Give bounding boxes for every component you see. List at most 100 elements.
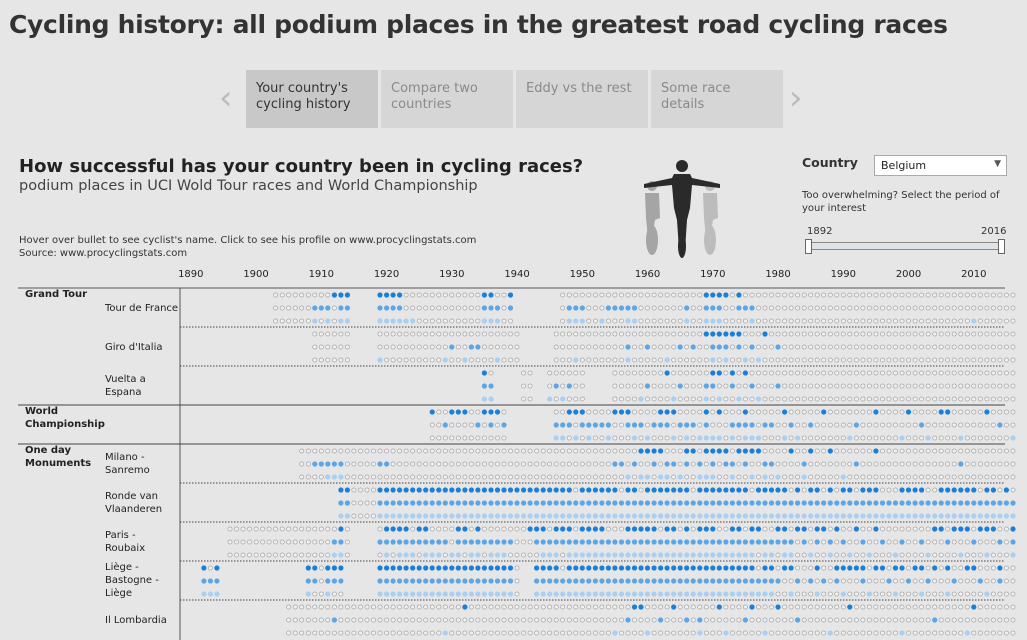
empty-dot xyxy=(690,474,696,480)
empty-dot xyxy=(645,370,650,376)
empty-dot xyxy=(566,292,572,298)
empty-dot xyxy=(840,396,846,402)
podium-dot xyxy=(984,513,990,519)
empty-dot xyxy=(481,617,487,623)
podium-dot xyxy=(566,487,572,493)
podium-dot xyxy=(788,591,794,597)
tab-race-details[interactable]: Some race details xyxy=(651,70,783,128)
empty-dot xyxy=(651,383,657,389)
empty-dot xyxy=(938,344,944,350)
race-label: Espana xyxy=(105,387,141,398)
podium-dot xyxy=(710,591,716,597)
empty-dot xyxy=(403,474,409,480)
empty-dot xyxy=(455,331,461,337)
empty-dot xyxy=(377,617,383,623)
podium-dot xyxy=(801,526,807,532)
empty-dot xyxy=(912,591,918,597)
empty-dot xyxy=(984,448,990,454)
empty-dot xyxy=(358,604,363,610)
empty-dot xyxy=(606,292,611,298)
podium-dot xyxy=(586,578,592,584)
empty-dot xyxy=(677,318,683,324)
empty-dot xyxy=(658,435,663,441)
empty-dot xyxy=(331,591,337,597)
empty-dot xyxy=(977,552,983,558)
empty-dot xyxy=(351,474,357,480)
empty-dot xyxy=(358,513,363,519)
tab-compare-countries[interactable]: Compare two countries xyxy=(381,70,513,128)
empty-dot xyxy=(814,474,820,480)
podium-dot xyxy=(892,500,899,506)
podium-dot xyxy=(553,422,559,428)
podium-dot xyxy=(429,565,435,571)
empty-dot xyxy=(899,461,905,467)
empty-dot xyxy=(286,617,292,623)
empty-dot xyxy=(860,383,866,389)
empty-dot xyxy=(501,344,507,350)
empty-dot xyxy=(991,591,996,597)
empty-dot xyxy=(743,383,748,389)
podium-dot xyxy=(325,565,331,571)
period-slider-track[interactable] xyxy=(807,242,1004,250)
podium-dot xyxy=(625,409,631,415)
empty-dot xyxy=(449,435,455,441)
podium-dot xyxy=(612,513,618,519)
empty-dot xyxy=(788,292,794,298)
empty-dot xyxy=(495,448,500,454)
empty-dot xyxy=(488,617,494,623)
empty-dot xyxy=(410,448,416,454)
race-label: Paris - xyxy=(105,530,136,541)
empty-dot xyxy=(508,448,513,454)
empty-dot xyxy=(938,396,944,402)
empty-dot xyxy=(756,617,761,623)
tab-eddy-vs-rest[interactable]: Eddy vs the rest xyxy=(516,70,648,128)
podium-dot xyxy=(964,487,970,493)
tab-your-country[interactable]: Your country's cycling history xyxy=(246,70,378,128)
podium-dot xyxy=(703,305,709,311)
podium-dot xyxy=(742,578,749,584)
empty-dot xyxy=(873,552,879,558)
podium-dot xyxy=(344,500,350,506)
empty-dot xyxy=(912,539,918,545)
empty-dot xyxy=(749,331,755,337)
period-slider-handle-end[interactable] xyxy=(998,239,1005,254)
empty-dot xyxy=(899,409,905,415)
empty-dot xyxy=(977,383,983,389)
empty-dot xyxy=(932,357,938,363)
podium-dot xyxy=(736,396,742,402)
period-slider-handle-start[interactable] xyxy=(805,239,812,254)
empty-dot xyxy=(756,552,761,558)
empty-dot xyxy=(919,526,924,532)
empty-dot xyxy=(743,344,748,350)
empty-dot xyxy=(899,396,905,402)
race-label: Vuelta a xyxy=(105,374,146,385)
podium-dot xyxy=(397,318,403,324)
podium-dot xyxy=(579,578,585,584)
empty-dot xyxy=(795,591,800,597)
podium-dot xyxy=(1003,487,1010,493)
podium-dot xyxy=(423,591,429,597)
empty-dot xyxy=(906,461,911,467)
podium-dot xyxy=(932,500,938,506)
empty-dot xyxy=(690,617,696,623)
empty-dot xyxy=(344,630,350,636)
empty-dot xyxy=(462,617,468,623)
empty-dot xyxy=(834,305,840,311)
podium-dot xyxy=(775,539,781,545)
podium-dot xyxy=(592,487,599,493)
podium-dot xyxy=(990,487,997,493)
country-dropdown[interactable]: Belgium ▼ xyxy=(874,155,1007,176)
empty-dot xyxy=(638,383,644,389)
empty-dot xyxy=(273,305,278,311)
empty-dot xyxy=(658,370,663,376)
empty-dot xyxy=(873,578,879,584)
empty-dot xyxy=(997,630,1003,636)
chevron-right-icon[interactable]: › xyxy=(789,78,803,118)
chevron-left-icon[interactable]: ‹ xyxy=(219,78,233,118)
empty-dot xyxy=(344,474,350,480)
empty-dot xyxy=(788,474,794,480)
empty-dot xyxy=(664,396,670,402)
empty-dot xyxy=(801,448,807,454)
podium-dot xyxy=(768,422,775,428)
empty-dot xyxy=(690,331,696,337)
